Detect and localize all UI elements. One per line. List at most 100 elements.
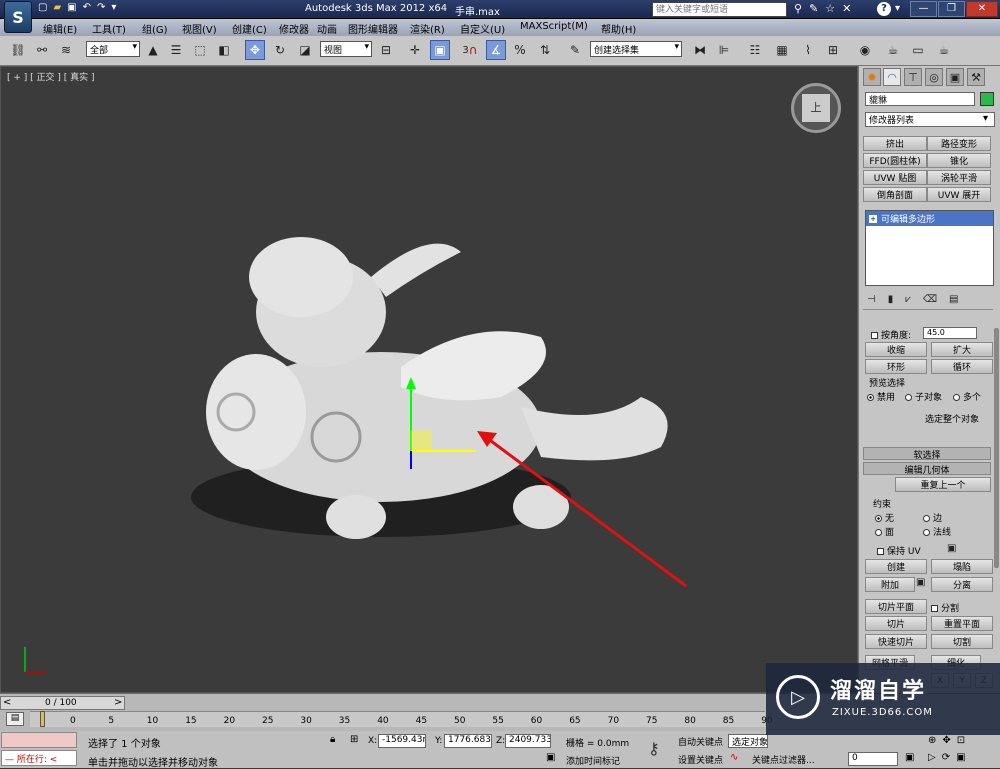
menu-graph-editors[interactable]: 图形编辑器 xyxy=(348,21,398,36)
help-icon[interactable]: ? xyxy=(877,2,891,16)
edit-geometry-rollout[interactable]: 编辑几何体 xyxy=(863,462,991,476)
layer-manager-icon[interactable]: ☷ xyxy=(745,40,765,60)
maxscript-listener[interactable] xyxy=(1,732,77,748)
reset-plane-button[interactable]: 重置平面 xyxy=(931,616,993,631)
grow-button[interactable]: 扩大 xyxy=(931,342,993,357)
soft-selection-rollout[interactable]: 软选择 xyxy=(863,447,991,461)
menu-maxscript[interactable]: MAXScript(M) xyxy=(520,21,588,32)
select-link-icon[interactable]: ⛓ xyxy=(8,40,28,60)
constraint-edge-radio[interactable]: 边 xyxy=(923,511,942,524)
undo-icon[interactable]: ↶ xyxy=(83,2,91,13)
auto-key-button[interactable]: 自动关键点 xyxy=(678,735,723,748)
tab-utilities[interactable]: ⚒ xyxy=(967,68,985,86)
attach-list-icon[interactable]: ▣ xyxy=(916,577,925,588)
menu-edit[interactable]: 编辑(E) xyxy=(43,21,77,36)
star-icon[interactable]: ☆ xyxy=(825,2,835,15)
z-coord-field[interactable]: 2409.733m xyxy=(505,734,551,748)
maxscript-mini[interactable]: — 所在行: < xyxy=(1,750,77,766)
lock-selection-icon[interactable]: 🔒︎ xyxy=(330,734,335,745)
restore-button[interactable]: ❐ xyxy=(938,1,965,17)
slice-button[interactable]: 切片 xyxy=(865,616,927,631)
mod-path-deform-button[interactable]: 路径变形 xyxy=(927,136,991,151)
save-icon[interactable]: ▣ xyxy=(67,2,76,13)
absolute-mode-icon[interactable]: ⊞ xyxy=(350,734,358,745)
cut-button[interactable]: 切割 xyxy=(931,634,993,649)
tools-icon[interactable]: ✎ xyxy=(809,2,818,15)
minimize-button[interactable]: — xyxy=(910,1,937,17)
add-time-tag[interactable]: 添加时间标记 xyxy=(566,754,620,767)
window-crossing-icon[interactable]: ◧ xyxy=(214,40,234,60)
select-scale-icon[interactable]: ◪ xyxy=(295,40,315,60)
render-production-icon[interactable]: ☕ xyxy=(934,40,954,60)
quickslice-button[interactable]: 快速切片 xyxy=(865,634,927,649)
gizmo-xy-plane[interactable] xyxy=(410,430,432,452)
modifier-list-arrow-icon[interactable]: ▾ xyxy=(983,113,988,124)
collapse-button[interactable]: 塌陷 xyxy=(931,559,993,574)
configure-sets-icon[interactable]: ▤ xyxy=(949,294,958,305)
pan-icon[interactable]: ✥ xyxy=(942,735,950,746)
attach-button[interactable]: 附加 xyxy=(865,577,915,592)
mod-unwrap-uvw-button[interactable]: UVW 展开 xyxy=(927,187,991,202)
tab-modify[interactable]: ◠ xyxy=(883,68,901,86)
preserve-uv-checkbox[interactable]: 保持 UV xyxy=(877,544,921,557)
select-move-icon[interactable]: ✥ xyxy=(245,40,265,60)
graphite-icon[interactable]: ▦ xyxy=(772,40,792,60)
y-coord-field[interactable]: 1776.683m xyxy=(444,734,492,748)
object-name-field[interactable]: 貔貅 xyxy=(865,92,975,106)
mod-taper-button[interactable]: 锥化 xyxy=(927,153,991,168)
panel-scrollbar[interactable] xyxy=(994,328,999,568)
search-input[interactable] xyxy=(652,2,787,17)
render-setup-icon[interactable]: ☕ xyxy=(883,40,903,60)
help-dropdown-icon[interactable]: ▾ xyxy=(895,3,900,14)
by-angle-value[interactable]: 45.0 xyxy=(923,327,977,339)
menu-views[interactable]: 视图(V) xyxy=(182,21,217,36)
tab-hierarchy[interactable]: ⊤ xyxy=(904,68,922,86)
menu-rendering[interactable]: 渲染(R) xyxy=(410,21,445,36)
schematic-view-icon[interactable]: ⊞ xyxy=(823,40,843,60)
key-filter-icon[interactable]: ∿ xyxy=(730,752,738,763)
key-icon[interactable]: ⚷ xyxy=(648,739,660,758)
ring-button[interactable]: 环形 xyxy=(865,359,927,374)
time-slider-prev-icon[interactable]: < xyxy=(3,697,11,708)
zoom-icon[interactable]: ⊕ xyxy=(928,735,936,746)
x-coord-field[interactable]: -1569.43m xyxy=(378,734,426,748)
select-object-icon[interactable]: ▲ xyxy=(143,40,163,60)
constraint-normal-radio[interactable]: 法线 xyxy=(923,525,951,538)
material-editor-icon[interactable]: ◉ xyxy=(855,40,875,60)
mod-uvw-map-button[interactable]: UVW 贴图 xyxy=(863,170,927,185)
pivot-center-icon[interactable]: ⊟ xyxy=(376,40,396,60)
pin-icon[interactable]: ✕ xyxy=(842,2,851,15)
angle-snap-icon[interactable]: ∡ xyxy=(486,40,506,60)
remove-modifier-icon[interactable]: ⌫ xyxy=(923,294,937,305)
shrink-button[interactable]: 收缩 xyxy=(865,342,927,357)
mod-turbosmooth-button[interactable]: 涡轮平滑 xyxy=(927,170,991,185)
fov-icon[interactable]: ▷ xyxy=(928,752,936,763)
menu-group[interactable]: 组(G) xyxy=(142,21,168,36)
pixiu-model[interactable] xyxy=(191,237,668,539)
by-angle-checkbox[interactable]: 按角度: xyxy=(871,328,911,341)
detach-button[interactable]: 分离 xyxy=(931,577,993,592)
redo-icon[interactable]: ↷ xyxy=(97,2,105,13)
menu-animation[interactable]: 动画 xyxy=(317,21,337,36)
binoculars-icon[interactable]: ⚲ xyxy=(794,2,802,15)
modifier-stack[interactable]: + 可编辑多边形 xyxy=(865,210,994,286)
menu-modifiers[interactable]: 修改器 xyxy=(279,21,309,36)
preview-off-radio[interactable]: 禁用 xyxy=(867,390,895,403)
slice-plane-button[interactable]: 切片平面 xyxy=(865,599,927,614)
constraint-face-radio[interactable]: 面 xyxy=(875,525,894,538)
key-filters-button[interactable]: 关键点过滤器... xyxy=(752,753,815,766)
time-config-icon[interactable]: ▣ xyxy=(905,752,914,763)
viewport-top[interactable]: [ + ] [ 正交 ] [ 真实 ] 上 xyxy=(0,66,858,693)
object-color-swatch[interactable] xyxy=(980,92,994,106)
tab-create[interactable]: ✸ xyxy=(863,68,881,86)
snap-toggle-icon[interactable]: 3 ∩ xyxy=(460,40,480,60)
close-button[interactable]: ✕ xyxy=(966,1,998,17)
maximize-viewport-icon[interactable]: ⊡ xyxy=(957,735,965,746)
set-key-button[interactable]: 设置关键点 xyxy=(678,753,723,766)
percent-snap-icon[interactable]: % xyxy=(510,40,530,60)
tab-display[interactable]: ▣ xyxy=(946,68,964,86)
selection-filter-dropdown[interactable]: 全部 xyxy=(86,41,140,57)
app-logo-icon[interactable]: S xyxy=(4,1,32,33)
customize-dropdown-icon[interactable]: ▾ xyxy=(111,2,116,13)
mod-extrude-button[interactable]: 挤出 xyxy=(863,136,927,151)
